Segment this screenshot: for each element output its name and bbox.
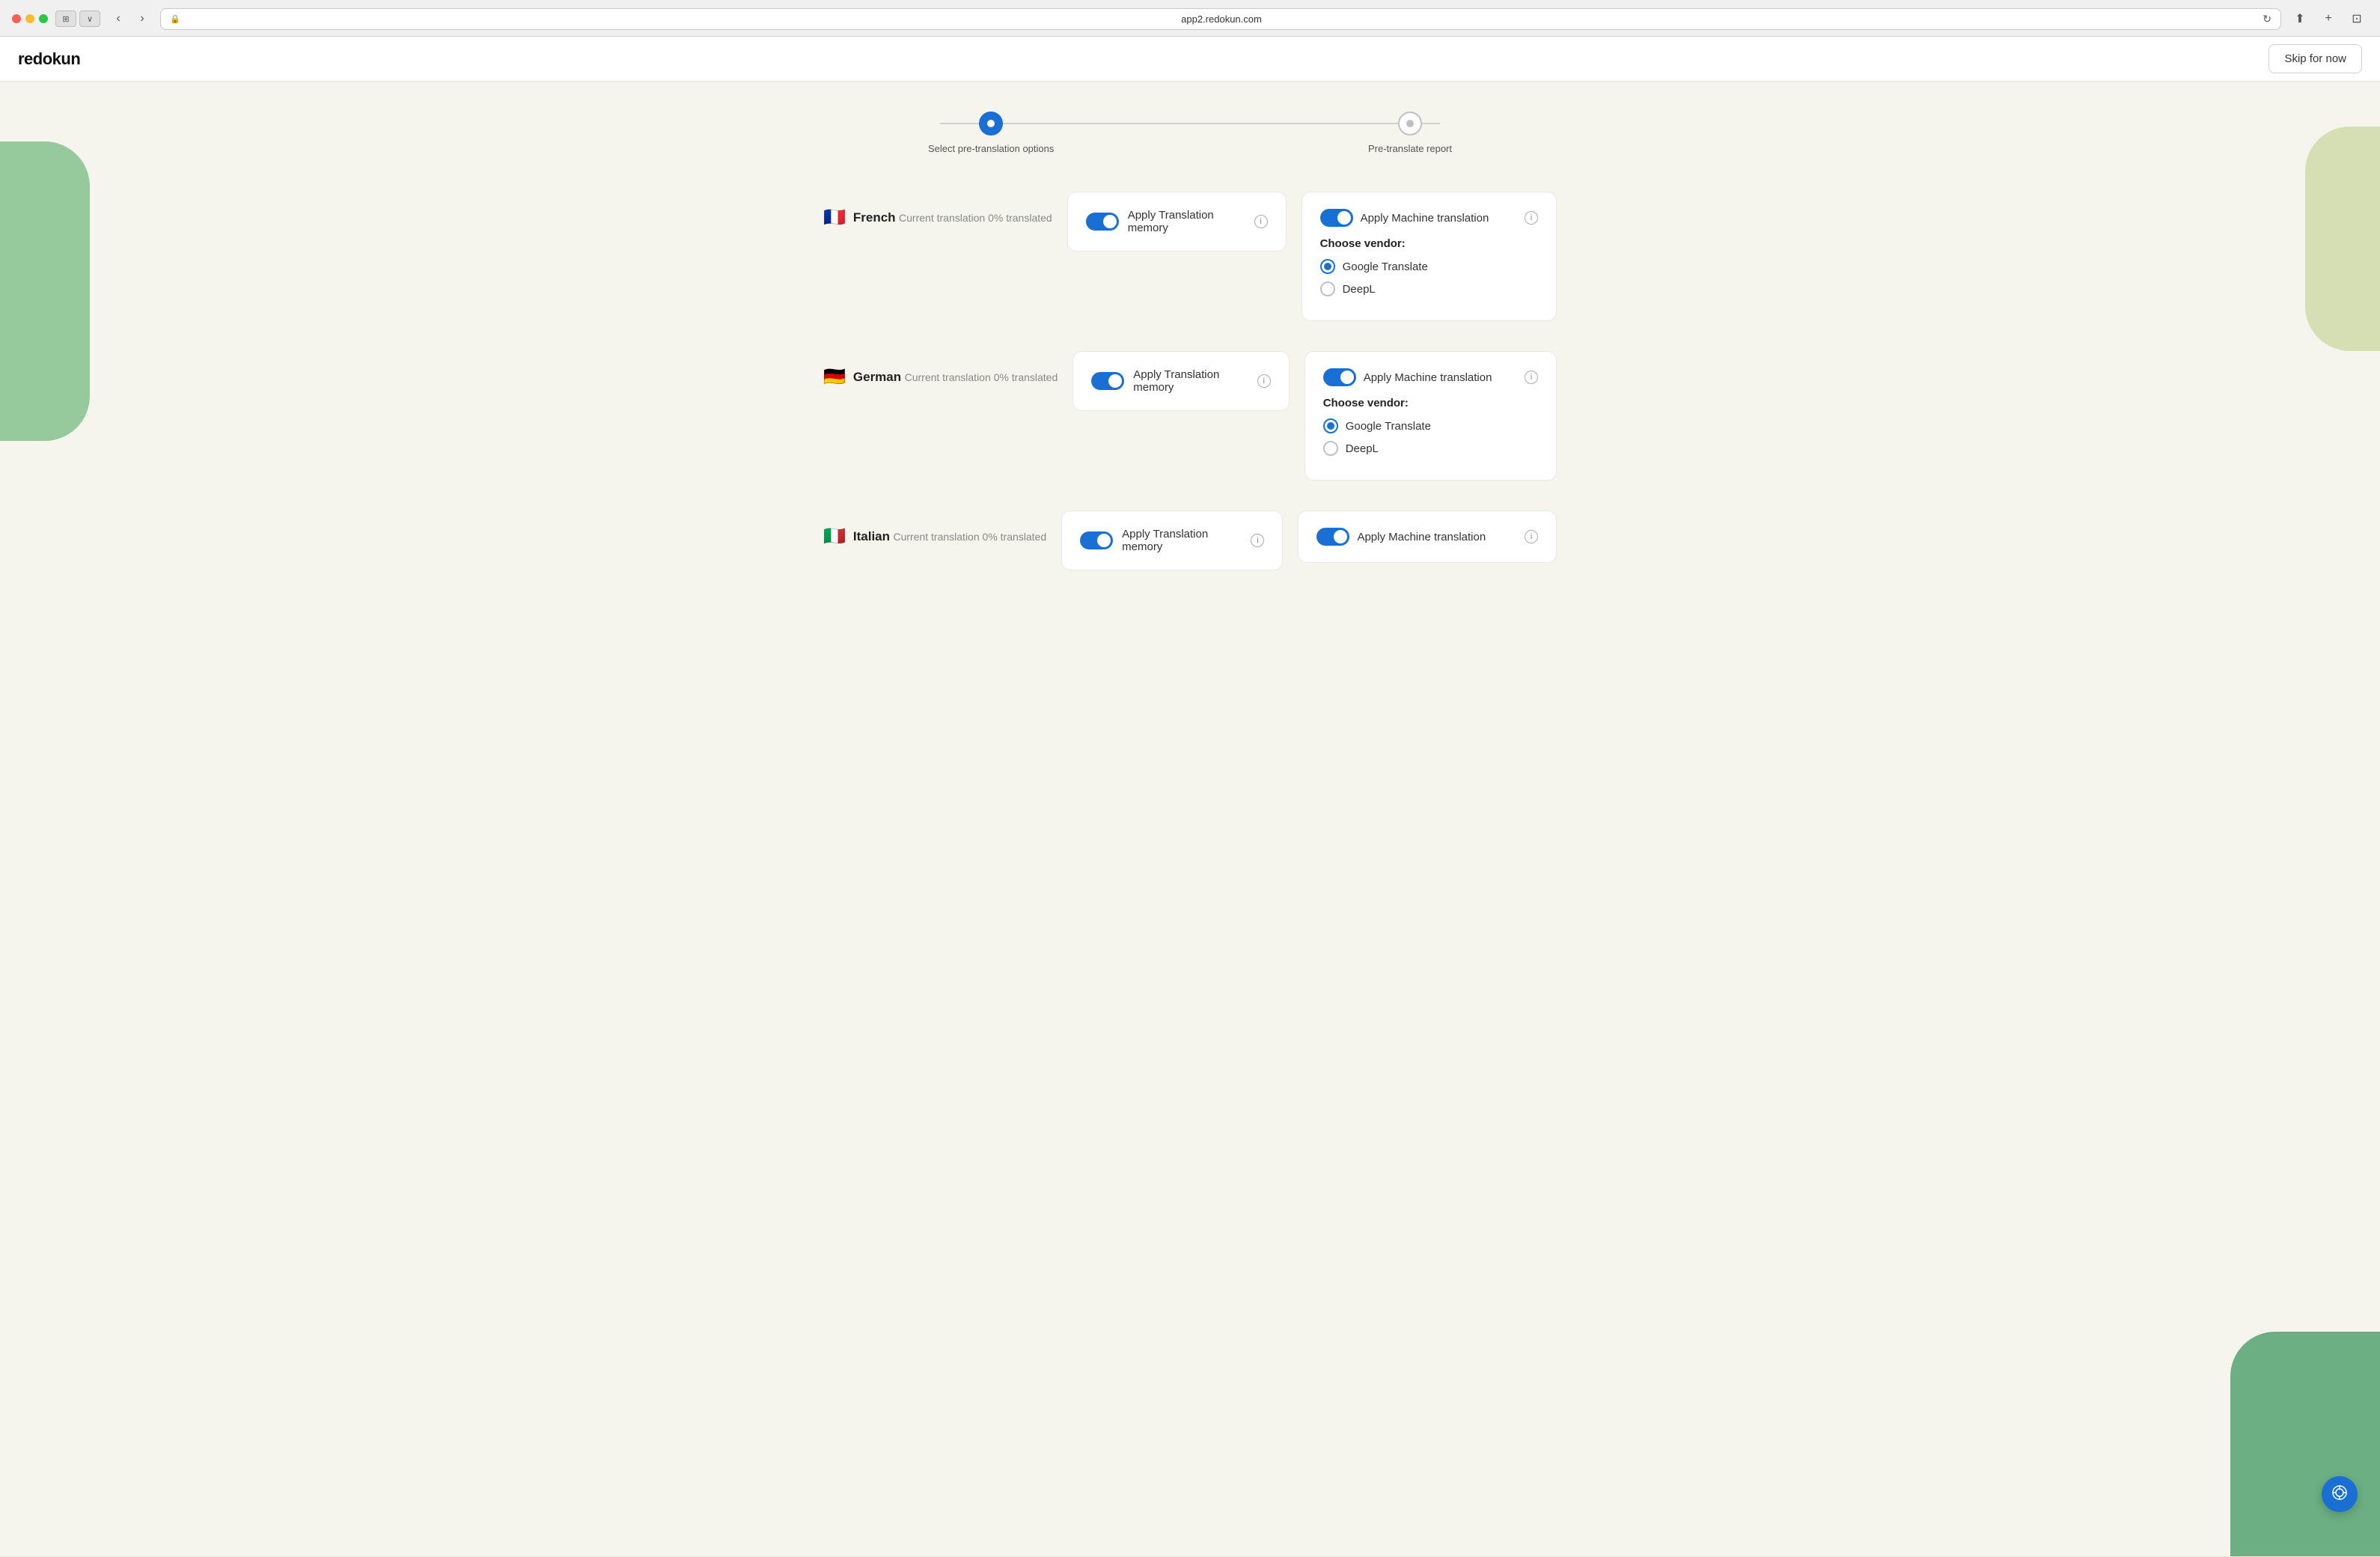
french-translation-memory-card: Apply Translation memory i	[1067, 192, 1287, 252]
italian-language-name: Italian	[853, 529, 890, 543]
italian-translation-memory-info-icon[interactable]: i	[1251, 534, 1264, 547]
french-google-translate-radio[interactable]	[1320, 259, 1335, 274]
french-google-translate-label: Google Translate	[1343, 260, 1428, 273]
french-deepl-radio[interactable]	[1320, 281, 1335, 296]
german-deepl-label: DeepL	[1346, 442, 1379, 455]
french-google-translate-option[interactable]: Google Translate	[1320, 259, 1538, 274]
back-button[interactable]: ‹	[108, 8, 129, 29]
stepper-step-1: Select pre-translation options	[928, 112, 1054, 154]
bg-decoration-right-bottom	[2230, 1332, 2380, 1556]
german-google-translate-option[interactable]: Google Translate	[1323, 418, 1538, 433]
french-translation-memory-info-icon[interactable]: i	[1254, 215, 1268, 228]
french-machine-translation-info-icon[interactable]: i	[1525, 211, 1538, 225]
logo: redokun	[18, 49, 80, 69]
german-deepl-radio[interactable]	[1323, 441, 1338, 456]
german-deepl-option[interactable]: DeepL	[1323, 441, 1538, 456]
app-header: redokun Skip for now	[0, 37, 2380, 82]
language-row-french: 🇫🇷 French Current translation 0% transla…	[823, 192, 1557, 321]
german-google-translate-radio[interactable]	[1323, 418, 1338, 433]
share-button[interactable]: ⬆	[2289, 7, 2311, 30]
sidebar-toggle-button[interactable]: ⊞	[55, 10, 76, 27]
french-translation-memory-label: Apply Translation memory	[1128, 209, 1245, 234]
german-translation-memory-card: Apply Translation memory i	[1072, 351, 1289, 411]
url-display: app2.redokun.com	[185, 13, 2259, 25]
german-translation-memory-label: Apply Translation memory	[1133, 368, 1248, 394]
german-machine-translation-toggle[interactable]	[1323, 368, 1356, 386]
step-1-label: Select pre-translation options	[928, 143, 1054, 154]
italian-machine-translation-toggle[interactable]	[1316, 528, 1349, 546]
italian-flag-icon: 🇮🇹	[823, 525, 846, 547]
german-vendor-section: Choose vendor: Google Translate DeepL	[1323, 397, 1538, 456]
window-menu-button[interactable]: ∨	[79, 10, 100, 27]
content-wrapper: Select pre-translation options Pre-trans…	[778, 82, 1602, 630]
language-row-italian: 🇮🇹 Italian Current translation 0% transl…	[823, 511, 1557, 570]
french-flag-icon: 🇫🇷	[823, 207, 846, 228]
german-language-info: 🇩🇪 German Current translation 0% transla…	[823, 351, 1058, 388]
german-flag-icon: 🇩🇪	[823, 366, 846, 388]
step-1-circle	[979, 112, 1003, 135]
italian-language-info: 🇮🇹 Italian Current translation 0% transl…	[823, 511, 1046, 547]
reload-button[interactable]: ↻	[2262, 13, 2271, 25]
step-2-label: Pre-translate report	[1368, 143, 1452, 154]
close-window-button[interactable]	[12, 14, 21, 23]
italian-language-status: Current translation 0% translated	[893, 531, 1046, 543]
italian-machine-translation-row: Apply Machine translation i	[1316, 528, 1538, 546]
stepper: Select pre-translation options Pre-trans…	[928, 112, 1452, 154]
italian-translation-memory-card: Apply Translation memory i	[1061, 511, 1283, 570]
italian-machine-translation-info-icon[interactable]: i	[1525, 530, 1538, 543]
german-language-name: German	[853, 370, 901, 384]
french-vendor-section: Choose vendor: Google Translate DeepL	[1320, 237, 1538, 296]
step-2-circle	[1398, 112, 1422, 135]
bg-decoration-left	[0, 141, 90, 441]
french-deepl-option[interactable]: DeepL	[1320, 281, 1538, 296]
navigation-buttons: ‹ ›	[108, 8, 153, 29]
french-machine-translation-card: Apply Machine translation i Choose vendo…	[1302, 192, 1557, 321]
german-google-translate-label: Google Translate	[1346, 420, 1431, 433]
language-row-german: 🇩🇪 German Current translation 0% transla…	[823, 351, 1557, 481]
german-translation-memory-info-icon[interactable]: i	[1257, 374, 1271, 388]
lock-icon: 🔒	[170, 14, 180, 24]
italian-translation-memory-label: Apply Translation memory	[1122, 528, 1242, 553]
bg-decoration-right-top	[2305, 127, 2380, 351]
german-machine-translation-card: Apply Machine translation i Choose vendo…	[1305, 351, 1557, 481]
french-machine-translation-label: Apply Machine translation	[1361, 212, 1517, 225]
french-language-status: Current translation 0% translated	[899, 212, 1052, 224]
address-bar[interactable]: 🔒 app2.redokun.com ↻	[160, 8, 2281, 30]
french-translation-memory-toggle[interactable]	[1086, 213, 1119, 231]
german-translation-memory-toggle[interactable]	[1091, 372, 1124, 390]
german-language-status: Current translation 0% translated	[905, 371, 1058, 383]
maximize-window-button[interactable]	[39, 14, 48, 23]
forward-button[interactable]: ›	[132, 8, 153, 29]
french-machine-translation-row: Apply Machine translation i	[1320, 209, 1538, 227]
french-language-name: French	[853, 210, 896, 225]
french-language-info: 🇫🇷 French Current translation 0% transla…	[823, 192, 1052, 228]
french-deepl-label: DeepL	[1343, 283, 1376, 296]
main-background: Select pre-translation options Pre-trans…	[0, 82, 2380, 1556]
french-machine-translation-toggle[interactable]	[1320, 209, 1353, 227]
tab-overview-button[interactable]: ⊡	[2346, 7, 2368, 30]
help-button[interactable]	[2322, 1476, 2358, 1512]
italian-machine-translation-label: Apply Machine translation	[1357, 531, 1517, 543]
italian-translation-memory-toggle[interactable]	[1080, 531, 1113, 549]
german-machine-translation-label: Apply Machine translation	[1364, 371, 1517, 384]
german-machine-translation-info-icon[interactable]: i	[1525, 371, 1538, 384]
new-tab-button[interactable]: +	[2317, 7, 2340, 30]
browser-chrome: ⊞ ∨ ‹ › 🔒 app2.redokun.com ↻ ⬆ + ⊡	[0, 0, 2380, 37]
italian-machine-translation-card: Apply Machine translation i	[1298, 511, 1557, 563]
toolbar-right: ⬆ + ⊡	[2289, 7, 2368, 30]
german-choose-vendor-label: Choose vendor:	[1323, 397, 1538, 409]
skip-for-now-button[interactable]: Skip for now	[2268, 44, 2362, 73]
stepper-step-2: Pre-translate report	[1368, 112, 1452, 154]
traffic-lights	[12, 14, 48, 23]
german-machine-translation-row: Apply Machine translation i	[1323, 368, 1538, 386]
french-choose-vendor-label: Choose vendor:	[1320, 237, 1538, 250]
help-icon	[2331, 1484, 2348, 1505]
minimize-window-button[interactable]	[25, 14, 34, 23]
window-controls: ⊞ ∨	[55, 10, 100, 27]
